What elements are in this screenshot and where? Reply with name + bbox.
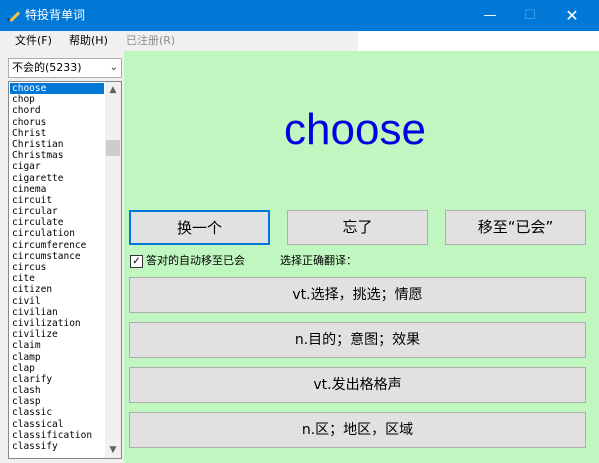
list-item[interactable]: clap [10,363,104,374]
list-item[interactable]: classify [10,441,104,452]
list-item[interactable]: chorus [10,117,104,128]
menu-help[interactable]: 帮助(H) [69,31,108,51]
list-item[interactable]: circular [10,206,104,217]
list-item[interactable]: circulation [10,228,104,239]
menu-bar-blank [358,31,599,51]
vertical-scrollbar[interactable]: ▲ ▼ [105,82,121,458]
list-item[interactable]: Christian [10,139,104,150]
list-item[interactable]: citizen [10,284,104,295]
filter-selected: 不会的(5233) [12,61,82,74]
list-item[interactable]: circumstance [10,251,104,262]
list-item[interactable]: chop [10,94,104,105]
answer-option-3[interactable]: vt.发出格格声 [129,367,586,403]
list-item[interactable]: cinema [10,184,104,195]
minimize-button[interactable]: — [470,0,510,31]
word-list-items: choose chop chord chorus Christ Christian Chri… [10,83,104,452]
list-item[interactable]: Christ [10,128,104,139]
scroll-up-icon[interactable]: ▲ [105,82,121,98]
list-item[interactable]: clarify [10,374,104,385]
choose-translation-label: 选择正确翻译： [280,254,357,267]
list-item[interactable]: circumference [10,240,104,251]
list-item[interactable]: civilization [10,318,104,329]
filter-dropdown[interactable]: 不会的(5233) ⌄ [8,58,122,78]
answer-option-1[interactable]: vt.选择，挑选；情愿 [129,277,586,313]
scroll-thumb[interactable] [106,140,120,156]
answer-option-4[interactable]: n.区；地区，区域 [129,412,586,448]
app-icon [7,11,21,23]
auto-move-label: 答对的自动移至已会 [146,254,245,267]
list-item[interactable]: circulate [10,217,104,228]
list-item[interactable]: cigar [10,161,104,172]
menu-registered[interactable]: 已注册(R) [126,31,175,51]
answer-option-2[interactable]: n.目的；意图；效果 [129,322,586,358]
menu-bar: 文件(F) 帮助(H) 已注册(R) [0,31,599,51]
scroll-down-icon[interactable]: ▼ [105,442,121,458]
list-item[interactable]: clasp [10,396,104,407]
title-bar: 特投背单词 — ☐ ✕ [0,0,599,31]
word-list[interactable]: choose chop chord chorus Christ Christian Chri… [8,81,122,459]
list-item[interactable]: Christmas [10,150,104,161]
list-item[interactable]: choose [10,83,104,95]
list-item[interactable]: classification [10,430,104,441]
list-item[interactable]: circuit [10,195,104,206]
list-item[interactable]: clash [10,385,104,396]
list-item[interactable]: cigarette [10,173,104,184]
list-item[interactable]: civilian [10,307,104,318]
menu-file[interactable]: 文件(F) [15,31,52,51]
next-word-button[interactable]: 换一个 [129,210,270,245]
list-item[interactable]: cite [10,273,104,284]
window-title: 特投背单词 [25,8,86,22]
list-item[interactable]: claim [10,340,104,351]
list-item[interactable]: civilize [10,329,104,340]
list-item[interactable]: circus [10,262,104,273]
forgot-button[interactable]: 忘了 [287,210,428,245]
list-item[interactable]: classic [10,407,104,418]
move-to-known-button[interactable]: 移至“已会” [445,210,586,245]
auto-move-checkbox[interactable]: ✓ [130,255,143,268]
list-item[interactable]: clamp [10,352,104,363]
maximize-button[interactable]: ☐ [510,0,550,31]
close-button[interactable]: ✕ [552,0,592,31]
list-item[interactable]: classical [10,419,104,430]
list-item[interactable]: chord [10,105,104,116]
current-word: choose [284,105,426,154]
chevron-down-icon[interactable]: ⌄ [110,59,118,77]
list-item[interactable]: civil [10,296,104,307]
